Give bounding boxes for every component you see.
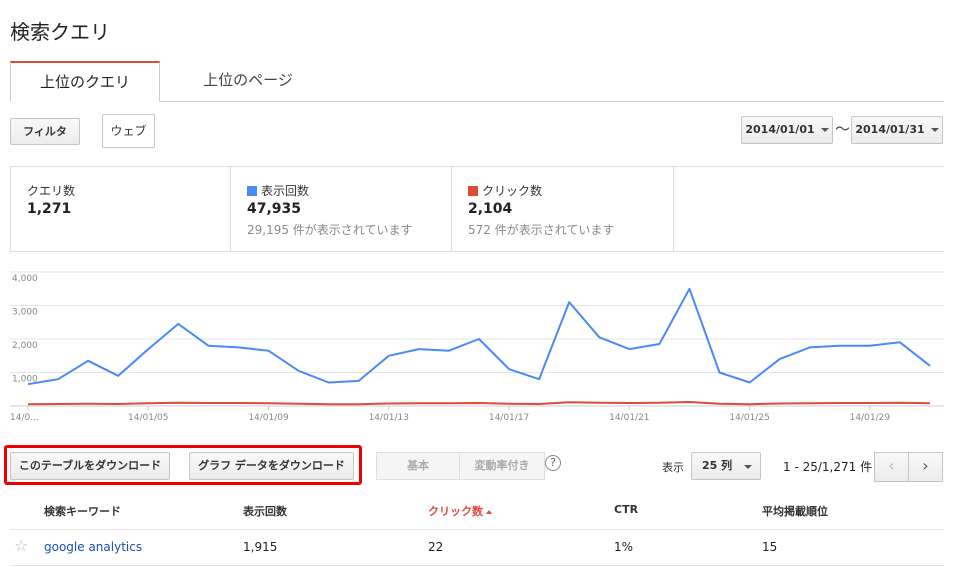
sort-ascending-icon <box>486 510 492 514</box>
stat-subtext: 572 件が表示されています <box>468 223 615 237</box>
stat-label: クエリ数 <box>27 184 76 198</box>
stats-panel: クエリ数 1,271 表示回数 47,935 29,195 件が表示されています… <box>10 166 944 252</box>
table-row-clicks: 22 <box>428 540 444 554</box>
table-row-query-link[interactable]: google analytics <box>44 540 142 554</box>
column-header-clicks[interactable]: クリック数 <box>428 503 492 519</box>
chevron-right-icon: › <box>922 456 929 475</box>
chart-svg: 4,0003,0002,0001,00014/0... 14/01/05 14/01… <box>10 271 944 423</box>
stat-value: 2,104 <box>468 201 513 217</box>
table-row-ctr: 1% <box>614 540 634 554</box>
start-date-dropdown[interactable]: 2014/01/01 <box>741 116 833 144</box>
date-separator: 〜 <box>835 120 851 138</box>
tab-top-pages[interactable]: 上位のページ <box>178 61 318 102</box>
column-header-impressions[interactable]: 表示回数 <box>243 503 287 519</box>
tab-top-queries[interactable]: 上位のクエリ <box>10 61 160 102</box>
impressions-swatch <box>247 185 257 196</box>
stat-queries: クエリ数 1,271 <box>10 167 231 251</box>
x-tick-label: 14/01/17 <box>489 413 529 423</box>
stat-label: クリック数 <box>482 184 543 198</box>
stat-clicks[interactable]: クリック数 2,104 572 件が表示されています <box>452 167 674 251</box>
impressions-series-line <box>27 287 931 386</box>
x-tick-label: 14/01/05 <box>128 413 168 423</box>
prev-page-button[interactable]: ‹ <box>874 452 909 482</box>
clicks-swatch <box>468 185 478 196</box>
view-basic-toggle[interactable]: 基本 <box>376 452 460 480</box>
download-chart-data-button[interactable]: グラフ データをダウンロード <box>189 452 354 480</box>
y-tick-label: 3,000 <box>12 308 38 318</box>
x-tick-label: 14/01/09 <box>248 413 289 423</box>
y-tick-label: 2,000 <box>12 341 38 351</box>
help-icon[interactable]: ? <box>545 455 561 471</box>
column-header-ctr[interactable]: CTR <box>614 503 638 516</box>
clicks-series-line <box>27 401 931 406</box>
pagination-range: 1 - 25/1,271 件 <box>783 460 873 474</box>
star-icon[interactable]: ☆ <box>14 536 28 555</box>
table-row-impressions: 1,915 <box>243 540 278 554</box>
performance-chart: 4,000 3,000 2,000 1,000 14/0... 14/01/05 14/01… <box>0 262 974 427</box>
chevron-left-icon: ‹ <box>888 456 895 475</box>
x-tick-label: 14/0... <box>10 413 39 423</box>
chevron-down-icon <box>930 128 939 132</box>
x-tick-label: 14/01/29 <box>850 413 891 423</box>
download-table-button[interactable]: このテーブルをダウンロード <box>10 452 170 480</box>
x-tick-label: 14/01/25 <box>729 413 769 423</box>
x-tick-label: 14/01/13 <box>369 413 409 423</box>
column-header-position[interactable]: 平均掲載順位 <box>762 503 828 519</box>
chevron-down-icon <box>820 128 829 132</box>
stat-value: 1,271 <box>27 201 72 217</box>
start-date-value: 2014/01/01 <box>745 123 815 136</box>
stat-subtext: 29,195 件が表示されています <box>247 223 413 237</box>
stat-value: 47,935 <box>247 201 302 217</box>
rows-label: 表示 <box>662 461 684 474</box>
column-header-query[interactable]: 検索キーワード <box>44 503 121 519</box>
table-divider <box>10 565 944 566</box>
view-change-toggle[interactable]: 変動率付き <box>459 452 545 480</box>
tab-bar: 上位のクエリ 上位のページ <box>10 61 944 102</box>
stat-label: 表示回数 <box>261 184 310 198</box>
end-date-value: 2014/01/31 <box>855 123 925 136</box>
web-filter-button[interactable]: ウェブ <box>102 114 155 148</box>
rows-value: 25 列 <box>702 459 733 472</box>
chevron-down-icon <box>744 465 752 469</box>
stat-impressions[interactable]: 表示回数 47,935 29,195 件が表示されています <box>231 167 452 251</box>
end-date-dropdown[interactable]: 2014/01/31 <box>851 116 943 144</box>
filter-button[interactable]: フィルタ <box>10 118 80 145</box>
table-row-position: 15 <box>762 540 778 554</box>
table-divider <box>10 529 944 530</box>
x-tick-label: 14/01/21 <box>609 413 649 423</box>
rows-per-page-dropdown[interactable]: 25 列 <box>691 452 761 480</box>
page-title: 検索クエリ <box>10 20 110 44</box>
column-header-clicks-label: クリック数 <box>428 505 483 518</box>
y-tick-label: 4,000 <box>12 274 38 284</box>
next-page-button[interactable]: › <box>908 452 943 482</box>
